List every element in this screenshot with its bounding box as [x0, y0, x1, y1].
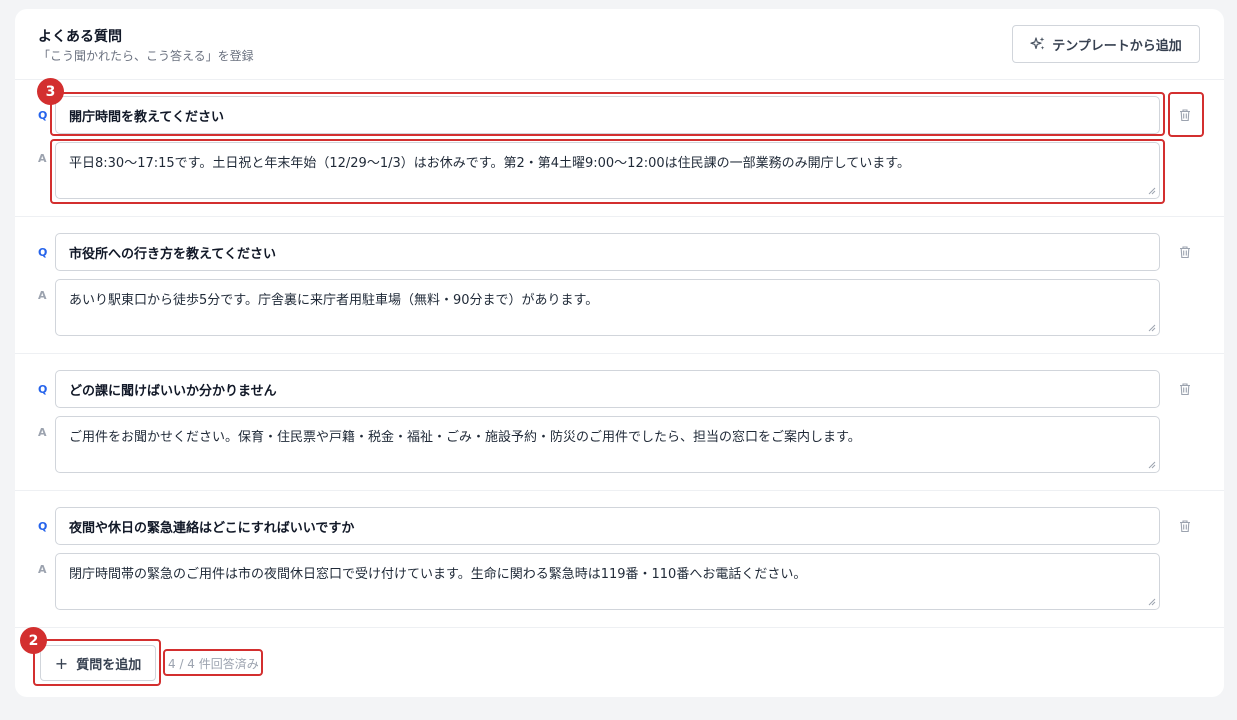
add-from-template-label: テンプレートから追加	[1052, 38, 1182, 54]
answer-marker: A	[38, 426, 47, 439]
delete-question-button[interactable]	[1175, 105, 1195, 125]
trash-icon	[1180, 520, 1190, 533]
answer-text: ご用件をお聞かせください。保育・住民票や戸籍・税金・福祉・ごみ・施設予約・防災の…	[69, 430, 861, 445]
delete-question-button[interactable]	[1175, 516, 1195, 536]
annotation-badge: 2	[20, 627, 47, 654]
question-input[interactable]: 夜間や休日の緊急連絡はどこにすればいいですか	[55, 507, 1160, 545]
answer-textarea[interactable]: ご用件をお聞かせください。保育・住民票や戸籍・税金・福祉・ごみ・施設予約・防災の…	[55, 416, 1160, 473]
answer-text: 閉庁時間帯の緊急のご用件は市の夜間休日窓口で受け付けています。生命に関わる緊急時…	[69, 567, 807, 582]
resize-handle-icon[interactable]	[1148, 598, 1156, 606]
resize-handle-icon[interactable]	[1148, 461, 1156, 469]
resize-handle-icon[interactable]	[1148, 187, 1156, 195]
question-marker: Q	[38, 246, 48, 259]
question-input[interactable]: どの課に聞けばいいか分かりません	[55, 370, 1160, 408]
add-from-template-button[interactable]: テンプレートから追加	[1012, 25, 1200, 63]
trash-icon	[1180, 246, 1190, 259]
question-marker: Q	[38, 383, 48, 396]
answer-textarea[interactable]: 閉庁時間帯の緊急のご用件は市の夜間休日窓口で受け付けています。生命に関わる緊急時…	[55, 553, 1160, 610]
answer-text: あいり駅東口から徒歩5分です。庁舎裏に来庁者用駐車場（無料・90分まで）がありま…	[69, 293, 599, 308]
answer-marker: A	[38, 152, 47, 165]
question-input[interactable]: 開庁時間を教えてください	[55, 96, 1160, 134]
page-subtitle: 「こう聞かれたら、こう答える」を登録	[38, 49, 254, 63]
faq-item: Q 夜間や休日の緊急連絡はどこにすればいいですか A 閉庁時間帯の緊急のご用件は…	[15, 491, 1224, 628]
page-title: よくある質問	[38, 29, 122, 45]
faq-item: Q どの課に聞けばいいか分かりません A ご用件をお聞かせください。保育・住民票…	[15, 354, 1224, 491]
answer-textarea[interactable]: 平日8:30〜17:15です。土日祝と年末年始（12/29〜1/3）はお休みです…	[55, 142, 1160, 199]
faq-footer: + 質問を追加 4 / 4 件回答済み	[15, 627, 1224, 697]
question-marker: Q	[38, 109, 48, 122]
annotation-badge: 3	[37, 78, 64, 105]
answer-textarea[interactable]: あいり駅東口から徒歩5分です。庁舎裏に来庁者用駐車場（無料・90分まで）がありま…	[55, 279, 1160, 336]
question-input[interactable]: 市役所への行き方を教えてください	[55, 233, 1160, 271]
faq-card: よくある質問 「こう聞かれたら、こう答える」を登録 テンプレートから追加 Q 開…	[15, 9, 1224, 697]
delete-question-button[interactable]	[1175, 379, 1195, 399]
faq-item: Q 市役所への行き方を教えてください A あいり駅東口から徒歩5分です。庁舎裏に…	[15, 217, 1224, 354]
sparkle-icon	[1030, 37, 1045, 50]
faq-item: Q 開庁時間を教えてください A 平日8:30〜17:15です。土日祝と年末年始…	[15, 80, 1224, 217]
answered-count: 4 / 4 件回答済み	[168, 657, 259, 671]
answer-marker: A	[38, 289, 47, 302]
faq-header: よくある質問 「こう聞かれたら、こう答える」を登録 テンプレートから追加	[15, 9, 1224, 80]
resize-handle-icon[interactable]	[1148, 324, 1156, 332]
answer-marker: A	[38, 563, 47, 576]
add-question-label: 質問を追加	[76, 657, 142, 673]
answer-text: 平日8:30〜17:15です。土日祝と年末年始（12/29〜1/3）はお休みです…	[69, 156, 910, 171]
plus-icon: +	[54, 653, 69, 673]
delete-question-button[interactable]	[1175, 242, 1195, 262]
trash-icon	[1180, 109, 1190, 122]
add-question-button[interactable]: + 質問を追加	[40, 645, 156, 681]
trash-icon	[1180, 383, 1190, 396]
question-marker: Q	[38, 520, 48, 533]
